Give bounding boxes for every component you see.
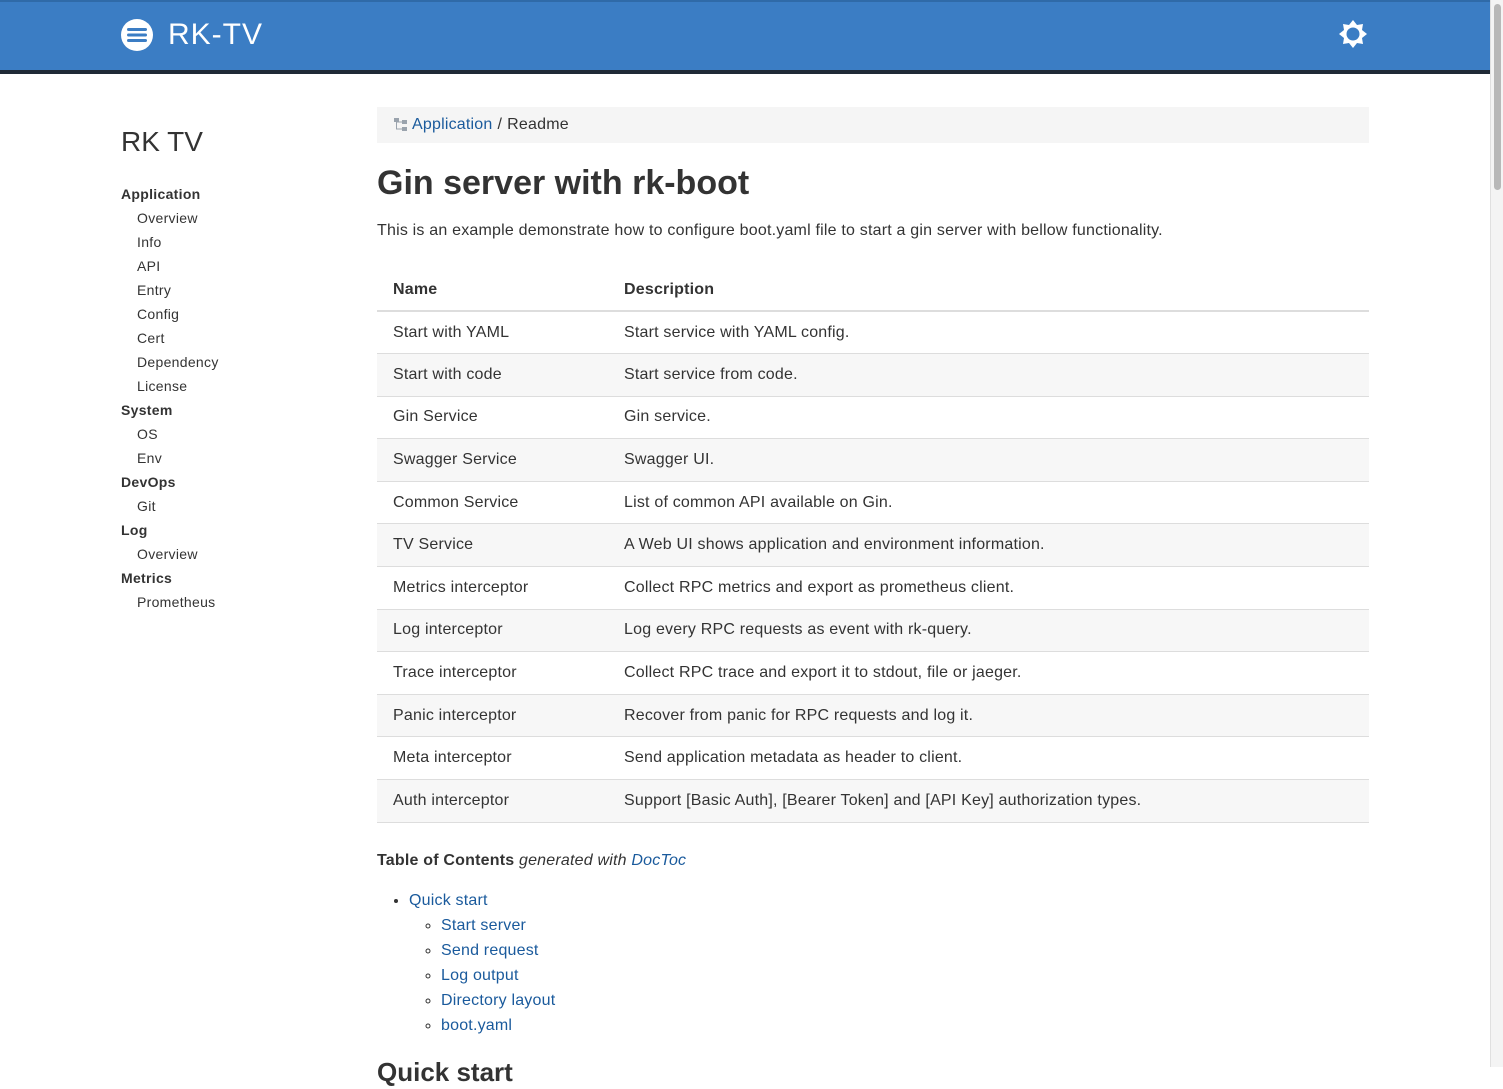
- breadcrumb: Application / Readme: [377, 107, 1369, 143]
- sidebar-item-system-env[interactable]: Env: [121, 446, 341, 470]
- table-header-row: Name Description: [377, 269, 1369, 312]
- feature-description-cell: Collect RPC metrics and export as promet…: [608, 566, 1369, 610]
- sidebar-item-metrics-prometheus[interactable]: Prometheus: [121, 590, 341, 614]
- toc-link-directory-layout[interactable]: Directory layout: [441, 992, 555, 1009]
- feature-description-cell: A Web UI shows application and environme…: [608, 523, 1369, 568]
- toc-subitem: Start server: [441, 913, 1369, 938]
- feature-name-cell: Trace interceptor: [377, 651, 608, 695]
- feature-description-cell: Send application metadata as header to c…: [608, 736, 1369, 781]
- sidebar-section-system: System: [121, 402, 173, 418]
- feature-description-cell: Collect RPC trace and export it to stdou…: [608, 651, 1369, 695]
- feature-description-cell: Recover from panic for RPC requests and …: [608, 694, 1369, 738]
- table-row: TV Service A Web UI shows application and…: [377, 523, 1369, 568]
- feature-description-cell: Log every RPC requests as event with rk-…: [608, 609, 1369, 653]
- toc-item: Quick start Start server Send request Log o…: [409, 888, 1369, 1038]
- sun-icon: [1338, 19, 1368, 54]
- table-row: Swagger Service Swagger UI.: [377, 438, 1369, 482]
- feature-description-cell: List of common API available on Gin.: [608, 481, 1369, 525]
- toc-subitem: Directory layout: [441, 988, 1369, 1013]
- feature-name-cell: Log interceptor: [377, 609, 608, 653]
- sidebar-item-application-dependency[interactable]: Dependency: [121, 350, 341, 374]
- toc-heading-italic: generated with: [518, 851, 627, 869]
- feature-name-cell: Gin Service: [377, 396, 608, 440]
- table-row: Trace interceptor Collect RPC trace and e…: [377, 651, 1369, 695]
- sidebar-section-devops: DevOps: [121, 474, 176, 490]
- theme-toggle-button[interactable]: [1337, 19, 1369, 54]
- toc-link-quick-start[interactable]: Quick start: [409, 892, 488, 909]
- sidebar-item-application-license[interactable]: License: [121, 374, 341, 398]
- toc-subitem: Send request: [441, 938, 1369, 963]
- feature-description-cell: Start service with YAML config.: [608, 311, 1369, 355]
- feature-name-cell: Panic interceptor: [377, 694, 608, 738]
- table-row: Panic interceptor Recover from panic for …: [377, 694, 1369, 738]
- toc-link-start-server[interactable]: Start server: [441, 917, 526, 934]
- toc-heading-bold: Table of Contents: [377, 851, 515, 869]
- brand-title[interactable]: RK-TV: [168, 18, 263, 52]
- toc-subitem: boot.yaml: [441, 1013, 1369, 1038]
- menu-circle-icon[interactable]: [121, 19, 153, 51]
- toc-link-send-request[interactable]: Send request: [441, 942, 539, 959]
- feature-name-cell: TV Service: [377, 523, 608, 568]
- table-row: Auth interceptor Support [Basic Auth], [B…: [377, 779, 1369, 823]
- sidebar-item-application-cert[interactable]: Cert: [121, 326, 341, 350]
- sidebar-item-application-api[interactable]: API: [121, 254, 341, 278]
- sidebar-item-log-overview[interactable]: Overview: [121, 542, 341, 566]
- feature-name-cell: Start with code: [377, 353, 608, 397]
- toc-link-log-output[interactable]: Log output: [441, 967, 519, 984]
- breadcrumb-application-link[interactable]: Application: [412, 116, 492, 134]
- scrollbar-thumb[interactable]: [1494, 4, 1501, 190]
- feature-name-cell: Start with YAML: [377, 311, 608, 355]
- breadcrumb-separator: /: [497, 116, 503, 133]
- table-row: Common Service List of common API availab…: [377, 481, 1369, 525]
- sidebar-nav: Application Overview Info API Entry Config Cer…: [121, 182, 341, 614]
- feature-description-cell: Gin service.: [608, 396, 1369, 440]
- table-row: Log interceptor Log every RPC requests as…: [377, 609, 1369, 653]
- sidebar-item-application-overview[interactable]: Overview: [121, 206, 341, 230]
- column-header-description: Description: [608, 269, 1369, 312]
- page-title: Gin server with rk-boot: [377, 164, 750, 202]
- table-row: Start with YAML Start service with YAML c…: [377, 311, 1369, 355]
- feature-description-cell: Swagger UI.: [608, 438, 1369, 482]
- sidebar-section-log: Log: [121, 522, 148, 538]
- sidebar: RK TV Application Overview Info API Entry Con…: [121, 124, 341, 614]
- top-navbar: RK-TV: [0, 0, 1490, 74]
- breadcrumb-current: Readme: [507, 116, 569, 133]
- features-table: Name Description Start with YAML Start se…: [377, 269, 1369, 823]
- sidebar-item-application-entry[interactable]: Entry: [121, 278, 341, 302]
- toc-heading: Table of Contents generated with DocToc: [377, 850, 1369, 872]
- toc-link-boot-yaml[interactable]: boot.yaml: [441, 1017, 512, 1034]
- table-row: Gin Service Gin service.: [377, 396, 1369, 440]
- table-row: Start with code Start service from code.: [377, 353, 1369, 397]
- main-content: Application / Readme Gin server with rk-…: [377, 107, 1369, 1089]
- sidebar-section-application: Application: [121, 186, 201, 202]
- toc-sublist: Start server Send request Log output Direct…: [409, 913, 1369, 1038]
- feature-name-cell: Swagger Service: [377, 438, 608, 482]
- vertical-scrollbar[interactable]: [1490, 0, 1503, 1067]
- section-title-quick-start: Quick start: [377, 1056, 513, 1087]
- sidebar-item-application-info[interactable]: Info: [121, 230, 341, 254]
- column-header-name: Name: [377, 269, 608, 312]
- feature-name-cell: Auth interceptor: [377, 779, 608, 823]
- table-row: Metrics interceptor Collect RPC metrics a…: [377, 566, 1369, 610]
- toc-list: Quick start Start server Send request Log o…: [377, 888, 1369, 1038]
- feature-name-cell: Common Service: [377, 481, 608, 525]
- sidebar-title: RK TV: [121, 126, 203, 157]
- sidebar-item-system-os[interactable]: OS: [121, 422, 341, 446]
- sidebar-item-application-config[interactable]: Config: [121, 302, 341, 326]
- feature-description-cell: Support [Basic Auth], [Bearer Token] and…: [608, 779, 1369, 823]
- feature-description-cell: Start service from code.: [608, 353, 1369, 397]
- intro-text: This is an example demonstrate how to co…: [377, 222, 1163, 239]
- sidebar-section-metrics: Metrics: [121, 570, 173, 586]
- sitemap-icon: [394, 118, 408, 132]
- toc-subitem: Log output: [441, 963, 1369, 988]
- sidebar-item-devops-git[interactable]: Git: [121, 494, 341, 518]
- feature-name-cell: Metrics interceptor: [377, 566, 608, 610]
- brand[interactable]: RK-TV: [121, 18, 263, 52]
- doctoc-link[interactable]: DocToc: [631, 852, 686, 869]
- feature-name-cell: Meta interceptor: [377, 736, 608, 781]
- table-row: Meta interceptor Send application metadat…: [377, 736, 1369, 781]
